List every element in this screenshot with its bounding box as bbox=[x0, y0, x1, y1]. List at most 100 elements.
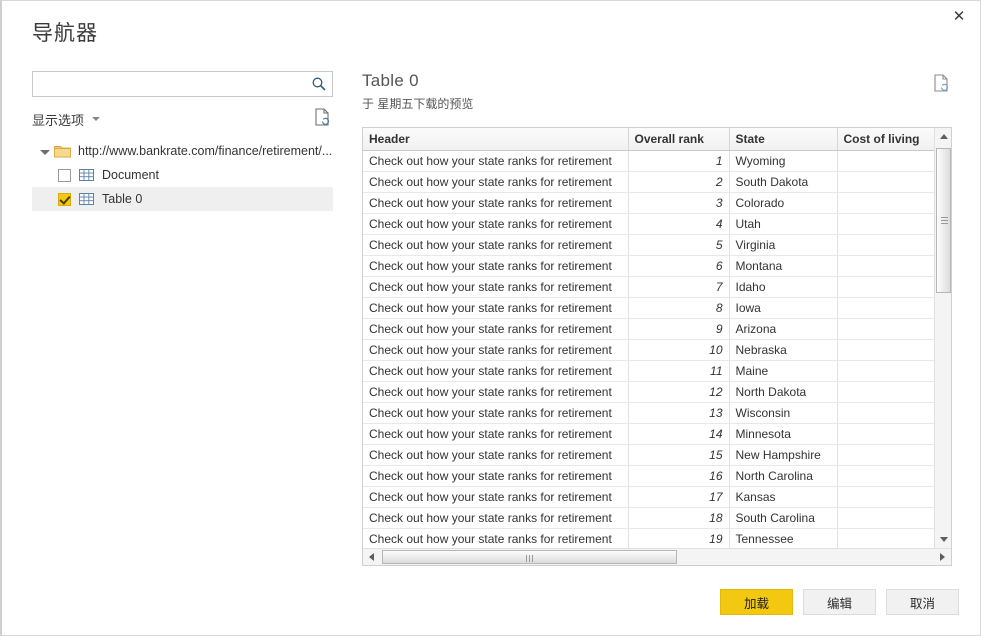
horizontal-scrollbar[interactable] bbox=[363, 548, 951, 565]
vertical-scrollbar[interactable] bbox=[934, 128, 951, 548]
cell-overall-rank: 9 bbox=[628, 318, 730, 340]
table-row[interactable]: Check out how your state ranks for retir… bbox=[363, 528, 934, 548]
cell-header: Check out how your state ranks for retir… bbox=[363, 150, 629, 172]
scroll-up-icon[interactable] bbox=[935, 128, 951, 145]
cell-header: Check out how your state ranks for retir… bbox=[363, 234, 629, 256]
document-refresh-icon[interactable] bbox=[932, 73, 952, 95]
tree-item-document-label: Document bbox=[102, 168, 159, 182]
cell-header: Check out how your state ranks for retir… bbox=[363, 276, 629, 298]
cell-cost-of-living bbox=[837, 402, 934, 424]
cell-header: Check out how your state ranks for retir… bbox=[363, 423, 629, 445]
cell-state: South Dakota bbox=[729, 171, 838, 193]
table-row[interactable]: Check out how your state ranks for retir… bbox=[363, 423, 934, 445]
cell-header: Check out how your state ranks for retir… bbox=[363, 486, 629, 508]
page-title: 导航器 bbox=[32, 22, 98, 45]
cell-cost-of-living bbox=[837, 528, 934, 548]
preview-pane: Table 0 于 星期五下载的预览 bbox=[362, 71, 952, 112]
table-row[interactable]: Check out how your state ranks for retir… bbox=[363, 444, 934, 466]
expander-icon[interactable] bbox=[38, 144, 52, 158]
scroll-right-icon[interactable] bbox=[934, 549, 951, 565]
cell-overall-rank: 6 bbox=[628, 255, 730, 277]
cell-overall-rank: 8 bbox=[628, 297, 730, 319]
scroll-left-icon[interactable] bbox=[363, 549, 380, 565]
table-row[interactable]: Check out how your state ranks for retir… bbox=[363, 150, 934, 172]
search-input[interactable] bbox=[32, 71, 333, 97]
cell-header: Check out how your state ranks for retir… bbox=[363, 402, 629, 424]
close-icon[interactable]: ✕ bbox=[938, 1, 980, 31]
cell-cost-of-living bbox=[837, 234, 934, 256]
edit-button[interactable]: 编辑 bbox=[803, 589, 876, 615]
document-refresh-icon[interactable] bbox=[313, 107, 333, 129]
display-options-dropdown[interactable]: 显示选项 bbox=[32, 110, 101, 129]
cell-header: Check out how your state ranks for retir… bbox=[363, 360, 629, 382]
vertical-scroll-thumb[interactable] bbox=[936, 148, 951, 293]
dialog-footer: 加载 编辑 取消 bbox=[2, 569, 980, 635]
table-icon bbox=[79, 192, 94, 206]
grid-scroll-area: Header Overall rank State Cost of living… bbox=[363, 128, 934, 548]
cell-state: Kansas bbox=[729, 486, 838, 508]
table-row[interactable]: Check out how your state ranks for retir… bbox=[363, 213, 934, 235]
column-header-overall-rank[interactable]: Overall rank bbox=[628, 128, 730, 151]
cell-overall-rank: 5 bbox=[628, 234, 730, 256]
search-icon[interactable] bbox=[309, 74, 329, 94]
cell-state: North Carolina bbox=[729, 465, 838, 487]
cell-cost-of-living bbox=[837, 150, 934, 172]
tree-root-node[interactable]: http://www.bankrate.com/finance/retireme… bbox=[32, 139, 333, 163]
tree-item-table-0-label: Table 0 bbox=[102, 192, 143, 206]
navigator-dialog: ✕ 导航器 显示选项 http://www.bankrate.com/finan… bbox=[0, 0, 981, 636]
cell-cost-of-living bbox=[837, 171, 934, 193]
scroll-down-icon[interactable] bbox=[935, 531, 951, 548]
cell-cost-of-living bbox=[837, 339, 934, 361]
table-row[interactable]: Check out how your state ranks for retir… bbox=[363, 402, 934, 424]
table-row[interactable]: Check out how your state ranks for retir… bbox=[363, 339, 934, 361]
table-row[interactable]: Check out how your state ranks for retir… bbox=[363, 507, 934, 529]
footer-buttons: 加载 编辑 取消 bbox=[720, 589, 959, 615]
table-row[interactable]: Check out how your state ranks for retir… bbox=[363, 171, 934, 193]
cell-overall-rank: 12 bbox=[628, 381, 730, 403]
cell-overall-rank: 17 bbox=[628, 486, 730, 508]
cancel-button[interactable]: 取消 bbox=[886, 589, 959, 615]
navigator-tree: http://www.bankrate.com/finance/retireme… bbox=[32, 139, 333, 211]
checkbox-table-0[interactable] bbox=[58, 192, 71, 206]
table-row[interactable]: Check out how your state ranks for retir… bbox=[363, 381, 934, 403]
column-header-state[interactable]: State bbox=[729, 128, 838, 151]
cell-overall-rank: 11 bbox=[628, 360, 730, 382]
cell-header: Check out how your state ranks for retir… bbox=[363, 171, 629, 193]
table-row[interactable]: Check out how your state ranks for retir… bbox=[363, 276, 934, 298]
cell-state: Minnesota bbox=[729, 423, 838, 445]
table-row[interactable]: Check out how your state ranks for retir… bbox=[363, 192, 934, 214]
cell-header: Check out how your state ranks for retir… bbox=[363, 444, 629, 466]
cell-state: Utah bbox=[729, 213, 838, 235]
cell-overall-rank: 16 bbox=[628, 465, 730, 487]
cell-state: Virginia bbox=[729, 234, 838, 256]
checkbox-document[interactable] bbox=[58, 168, 71, 182]
display-options-label: 显示选项 bbox=[32, 112, 85, 128]
load-button[interactable]: 加载 bbox=[720, 589, 793, 615]
table-row[interactable]: Check out how your state ranks for retir… bbox=[363, 360, 934, 382]
table-row[interactable]: Check out how your state ranks for retir… bbox=[363, 234, 934, 256]
cell-state: Wisconsin bbox=[729, 402, 838, 424]
cell-cost-of-living bbox=[837, 297, 934, 319]
left-pane: 显示选项 http://www.bankrate.com/finance/ret… bbox=[32, 71, 333, 551]
tree-item-table-0[interactable]: Table 0 bbox=[32, 187, 333, 211]
table-row[interactable]: Check out how your state ranks for retir… bbox=[363, 465, 934, 487]
table-row[interactable]: Check out how your state ranks for retir… bbox=[363, 318, 934, 340]
cell-state: Montana bbox=[729, 255, 838, 277]
tree-item-document[interactable]: Document bbox=[32, 163, 333, 187]
cell-cost-of-living bbox=[837, 381, 934, 403]
table-row[interactable]: Check out how your state ranks for retir… bbox=[363, 486, 934, 508]
cell-overall-rank: 2 bbox=[628, 171, 730, 193]
preview-grid: Header Overall rank State Cost of living… bbox=[362, 127, 952, 566]
table-row[interactable]: Check out how your state ranks for retir… bbox=[363, 297, 934, 319]
preview-subtitle: 于 星期五下载的预览 bbox=[362, 97, 474, 111]
column-header-cost-of-living[interactable]: Cost of living bbox=[837, 128, 934, 151]
table-body: Check out how your state ranks for retir… bbox=[363, 150, 934, 548]
column-header-header[interactable]: Header bbox=[363, 128, 629, 151]
cell-state: Iowa bbox=[729, 297, 838, 319]
cell-state: South Carolina bbox=[729, 507, 838, 529]
cell-cost-of-living bbox=[837, 255, 934, 277]
horizontal-scroll-thumb[interactable] bbox=[382, 550, 677, 564]
cell-header: Check out how your state ranks for retir… bbox=[363, 339, 629, 361]
table-row[interactable]: Check out how your state ranks for retir… bbox=[363, 255, 934, 277]
cell-header: Check out how your state ranks for retir… bbox=[363, 255, 629, 277]
